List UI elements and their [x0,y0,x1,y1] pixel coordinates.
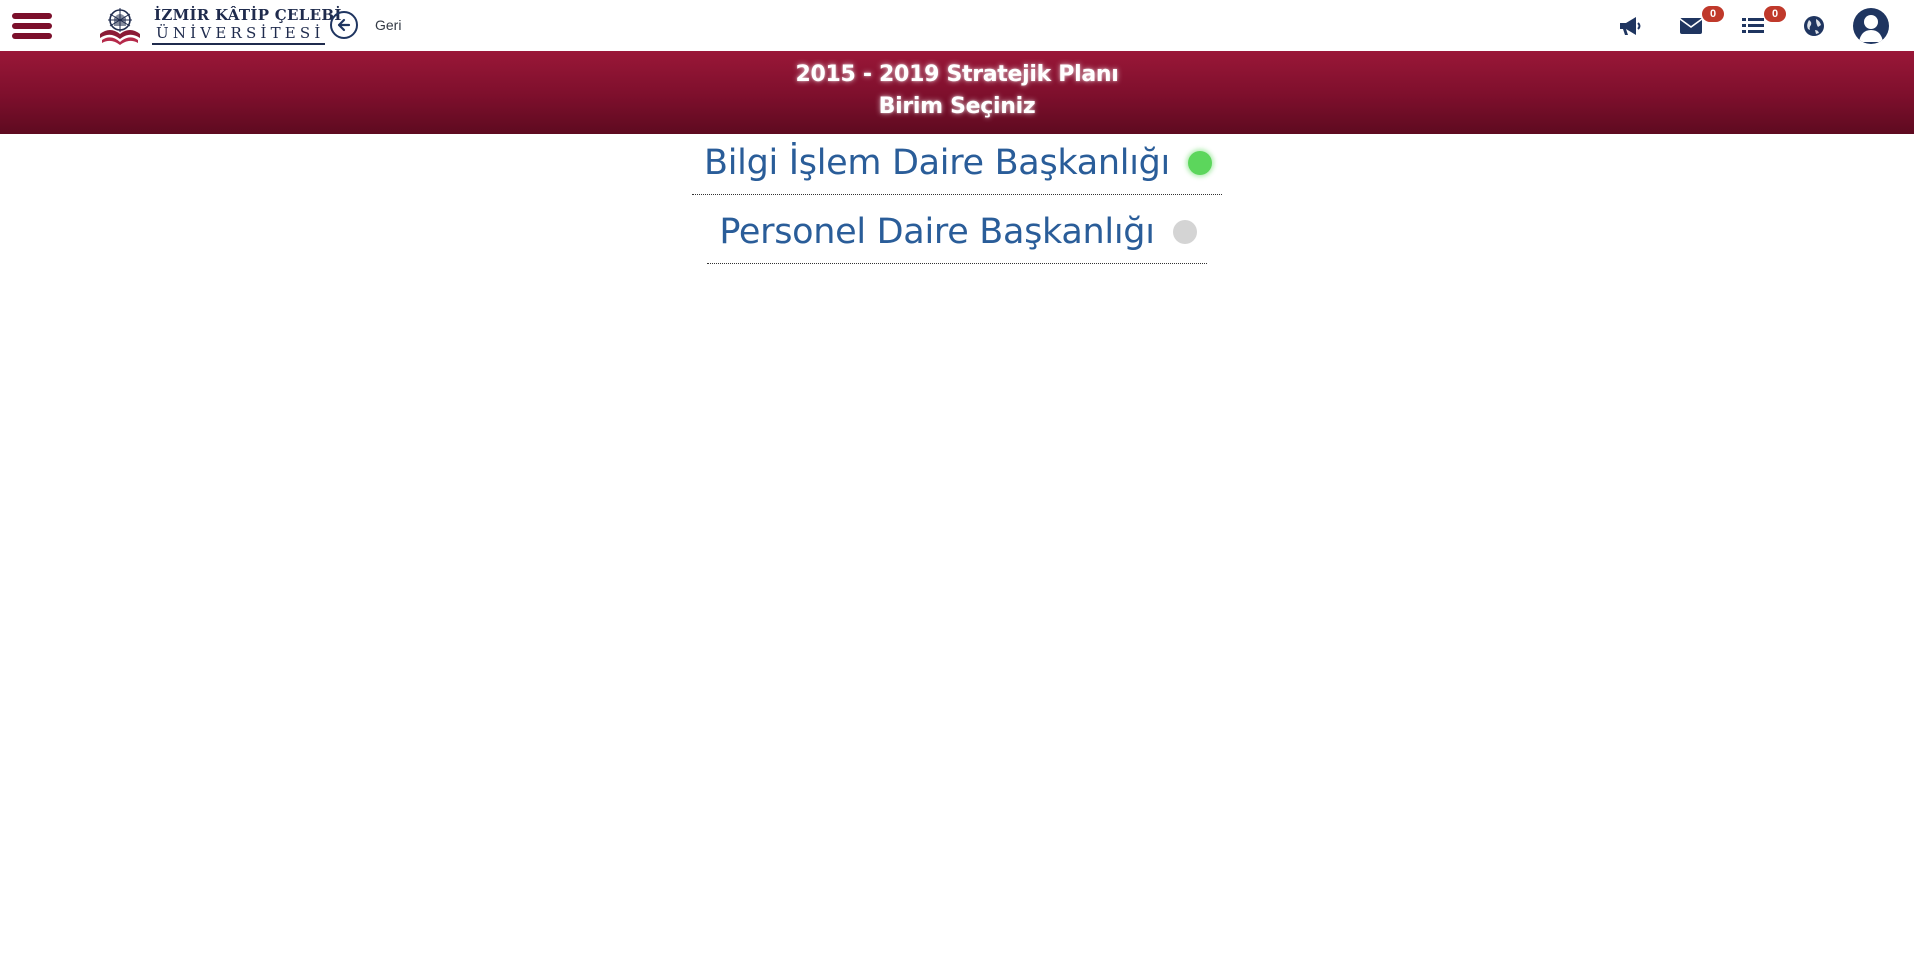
unit-item-personel[interactable]: Personel Daire Başkanlığı [0,203,1914,264]
status-inactive-dot-icon [1172,220,1197,244]
status-active-dot-icon [1187,151,1212,175]
user-avatar-icon[interactable] [1853,8,1889,44]
unit-label: Bilgi İşlem Daire Başkanlığı [704,143,1170,183]
messages-count-badge: 0 [1702,6,1724,22]
university-logo[interactable]: İZMİR KÂTİP ÇELEBİ ÜNİVERSİTESİ [96,4,341,46]
back-label: Geri [375,17,402,33]
page-subtitle: Birim Seçiniz [878,94,1036,119]
tasks-count-badge: 0 [1764,6,1786,22]
back-button[interactable]: Geri [330,9,401,41]
logo-text-line2: ÜNİVERSİTESİ [152,24,325,45]
megaphone-icon[interactable] [1615,11,1645,41]
globe-icon[interactable] [1799,11,1829,41]
unit-list: Bilgi İşlem Daire Başkanlığı Personel Da… [0,134,1914,264]
hamburger-menu-icon[interactable] [10,10,54,42]
unit-label: Personel Daire Başkanlığı [719,212,1155,252]
unit-link[interactable]: Personel Daire Başkanlığı [707,203,1207,264]
tasks-button[interactable]: 0 [1738,6,1786,41]
unit-link[interactable]: Bilgi İşlem Daire Başkanlığı [692,134,1222,195]
page-banner: 2015 - 2019 Stratejik Planı Birim Seçini… [0,51,1914,134]
messages-button[interactable]: 0 [1676,6,1724,41]
logo-text-line1: İZMİR KÂTİP ÇELEBİ [154,6,342,24]
page-title: 2015 - 2019 Stratejik Planı [795,62,1119,87]
university-emblem-icon [100,8,140,45]
envelope-icon [1679,18,1703,34]
unit-item-bilgi-islem[interactable]: Bilgi İşlem Daire Başkanlığı [0,134,1914,195]
list-icon [1742,18,1764,33]
top-navbar: İZMİR KÂTİP ÇELEBİ ÜNİVERSİTESİ Geri 0 0 [0,0,1914,51]
arrow-left-circle-icon [330,11,358,39]
